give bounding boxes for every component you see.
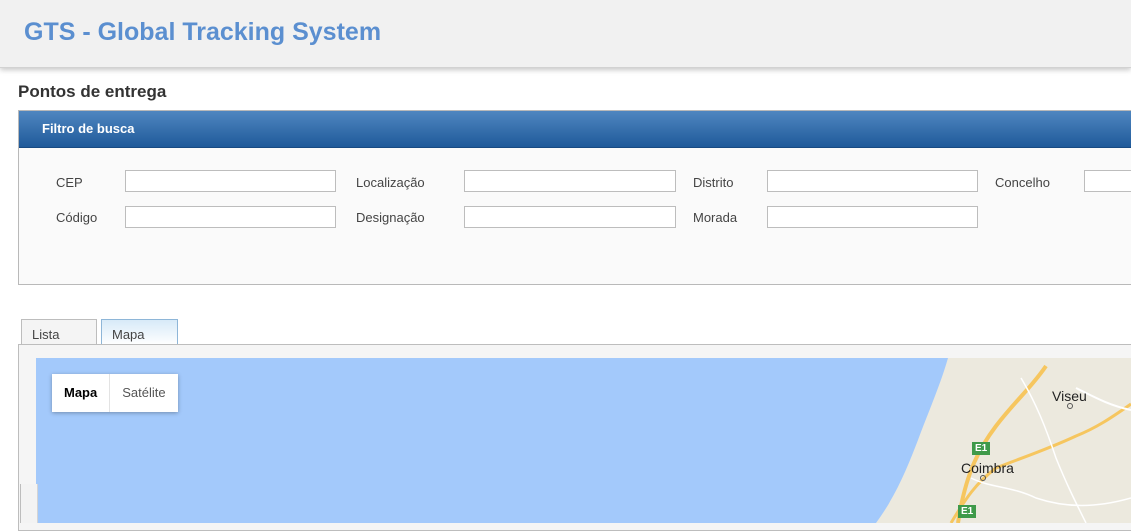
filter-panel-header[interactable]: Filtro de busca <box>19 111 1131 148</box>
codigo-field[interactable] <box>125 206 336 228</box>
distrito-field[interactable] <box>767 170 978 192</box>
road-shield-e1: E1 <box>972 442 991 455</box>
map-type-satelite-button[interactable]: Satélite <box>110 374 177 412</box>
map-view[interactable]: Mapa Satélite Viseu Coimbra E1 E1 <box>36 358 1131 523</box>
localizacao-label: Localização <box>356 175 425 190</box>
map-land-svg <box>876 358 1131 523</box>
map-type-mapa-button[interactable]: Mapa <box>52 374 111 412</box>
filter-panel-title: Filtro de busca <box>42 121 135 136</box>
app-header: GTS - Global Tracking System <box>0 0 1131 68</box>
road-shield-e1: E1 <box>958 505 977 518</box>
city-label-coimbra: Coimbra <box>961 460 1014 476</box>
coastline <box>876 358 1131 523</box>
morada-label: Morada <box>693 210 738 225</box>
concelho-label: Concelho <box>995 175 1050 190</box>
codigo-label: Código <box>56 210 98 225</box>
morada-field[interactable] <box>767 206 978 228</box>
concelho-field[interactable] <box>1084 170 1131 192</box>
filter-panel: Filtro de busca CEP Localização Distrito… <box>18 110 1131 285</box>
page-title: Pontos de entrega <box>18 82 167 101</box>
left-edge-strip <box>20 484 38 523</box>
app-title: GTS - Global Tracking System <box>24 18 382 46</box>
cep-field[interactable] <box>125 170 336 192</box>
cep-label: CEP <box>56 175 83 190</box>
city-label-viseu: Viseu <box>1052 388 1087 404</box>
map-type-control: Mapa Satélite <box>52 374 178 412</box>
designacao-field[interactable] <box>464 206 676 228</box>
tab-lista[interactable]: Lista <box>21 319 97 345</box>
distrito-label: Distrito <box>693 175 734 190</box>
tab-mapa[interactable]: Mapa <box>101 319 178 345</box>
designacao-label: Designação <box>356 210 425 225</box>
localizacao-field[interactable] <box>464 170 676 192</box>
